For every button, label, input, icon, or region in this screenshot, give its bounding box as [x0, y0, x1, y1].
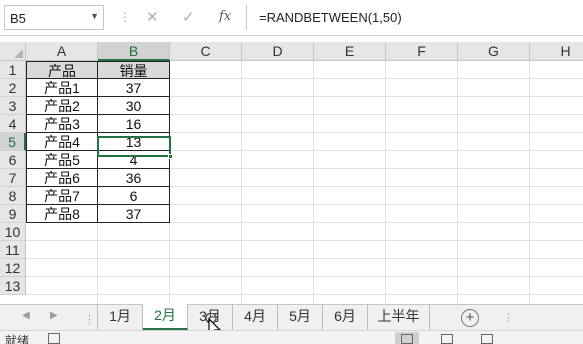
formula-bar: B5 ▼ ⋮ ✕ ✓ fx =RANDBETWEEN(1,50) [0, 0, 583, 36]
column-header-f[interactable]: F [386, 42, 458, 61]
spreadsheet-grid: ABCDEFGH 1 2 3 4 5 6 7 8 9 10 11 12 13 产品 销量 产品1 37 产品2 3… [0, 42, 583, 304]
column-header-h[interactable]: H [530, 42, 583, 61]
table-header-cell[interactable]: 销量 [98, 61, 170, 79]
close-icon[interactable]: ✕ [146, 8, 159, 26]
name-box-value: B5 [10, 11, 26, 26]
row-header-2[interactable]: 2 [0, 79, 26, 97]
drag-handle-icon[interactable]: ⋮ [119, 10, 131, 24]
row-header-7[interactable]: 7 [0, 169, 26, 187]
formula-text: =RANDBETWEEN(1,50) [259, 10, 402, 25]
page-break-icon[interactable] [475, 332, 499, 344]
table-cell[interactable]: 产品1 [26, 79, 98, 97]
table-cell[interactable]: 36 [98, 169, 170, 187]
record-macro-icon[interactable] [48, 333, 60, 344]
scroll-tabs-right-icon[interactable]: ▶ [50, 310, 58, 321]
scroll-tabs-left-icon[interactable]: ◀ [22, 310, 30, 321]
insert-function-button[interactable]: fx [219, 9, 231, 24]
table-cell[interactable]: 产品5 [26, 151, 98, 169]
sheet-tab-2[interactable]: 2月 [143, 304, 188, 330]
table-cell[interactable]: 产品3 [26, 115, 98, 133]
status-ready-text: 就绪 [5, 334, 30, 344]
row-header-4[interactable]: 4 [0, 115, 26, 133]
sheet-tab-1[interactable]: 1月 [97, 305, 143, 330]
chevron-down-icon[interactable]: ▼ [90, 11, 99, 21]
column-header-d[interactable]: D [242, 42, 314, 61]
row-header-5[interactable]: 5 [0, 133, 26, 151]
normal-view-icon[interactable] [395, 332, 419, 344]
table-cell[interactable]: 产品4 [26, 133, 98, 151]
row-header-11[interactable]: 11 [0, 241, 26, 259]
row-header-13[interactable]: 13 [0, 277, 26, 295]
table-cell[interactable]: 产品2 [26, 97, 98, 115]
sheet-tab-6[interactable]: 6月 [323, 305, 368, 330]
formula-input[interactable]: =RANDBETWEEN(1,50) [246, 5, 583, 30]
sheet-tab-7[interactable]: 上半年 [368, 305, 430, 330]
sheet-tab-bar: ◀ ▶ ⋮ 1月 2月 3月 4月 5月 6月 上半年 + ⋮ [0, 304, 583, 330]
row-header-9[interactable]: 9 [0, 205, 26, 223]
table-cell[interactable]: 16 [98, 115, 170, 133]
checkmark-icon[interactable]: ✓ [182, 8, 195, 26]
column-header-a[interactable]: A [26, 42, 98, 61]
column-header-e[interactable]: E [314, 42, 386, 61]
table-cell[interactable]: 产品7 [26, 187, 98, 205]
name-box[interactable]: B5 ▼ [4, 5, 104, 30]
tab-divider: ⋮ [84, 314, 95, 326]
row-header-1[interactable]: 1 [0, 61, 26, 79]
table-cell[interactable]: 6 [98, 187, 170, 205]
table-cell[interactable]: 产品6 [26, 169, 98, 187]
fill-handle[interactable] [168, 154, 173, 159]
status-bar: 就绪 [0, 330, 583, 344]
row-header-3[interactable]: 3 [0, 97, 26, 115]
table-cell[interactable]: 37 [98, 79, 170, 97]
select-all-button[interactable] [0, 42, 26, 61]
column-header-b[interactable]: B [98, 42, 170, 61]
table-cell[interactable]: 37 [98, 205, 170, 223]
page-layout-icon[interactable] [435, 332, 459, 344]
drag-handle-icon[interactable]: ⋮ [503, 311, 514, 324]
sheet-tab-5[interactable]: 5月 [278, 305, 323, 330]
active-cell-border [97, 136, 171, 157]
row-header-6[interactable]: 6 [0, 151, 26, 169]
column-header-c[interactable]: C [170, 42, 242, 61]
table-header-cell[interactable]: 产品 [26, 61, 98, 79]
cell-area[interactable]: 产品 销量 产品1 37 产品2 30 产品3 16 产品4 13 产品5 4 产品6 36 产品7 6 产品8… [26, 61, 583, 304]
column-header-g[interactable]: G [458, 42, 530, 61]
row-header-12[interactable]: 12 [0, 259, 26, 277]
row-header-10[interactable]: 10 [0, 223, 26, 241]
sheet-tab-4[interactable]: 4月 [233, 305, 278, 330]
table-cell[interactable]: 30 [98, 97, 170, 115]
plus-circle-icon[interactable]: + [461, 309, 479, 327]
row-header-8[interactable]: 8 [0, 187, 26, 205]
table-cell[interactable]: 产品8 [26, 205, 98, 223]
